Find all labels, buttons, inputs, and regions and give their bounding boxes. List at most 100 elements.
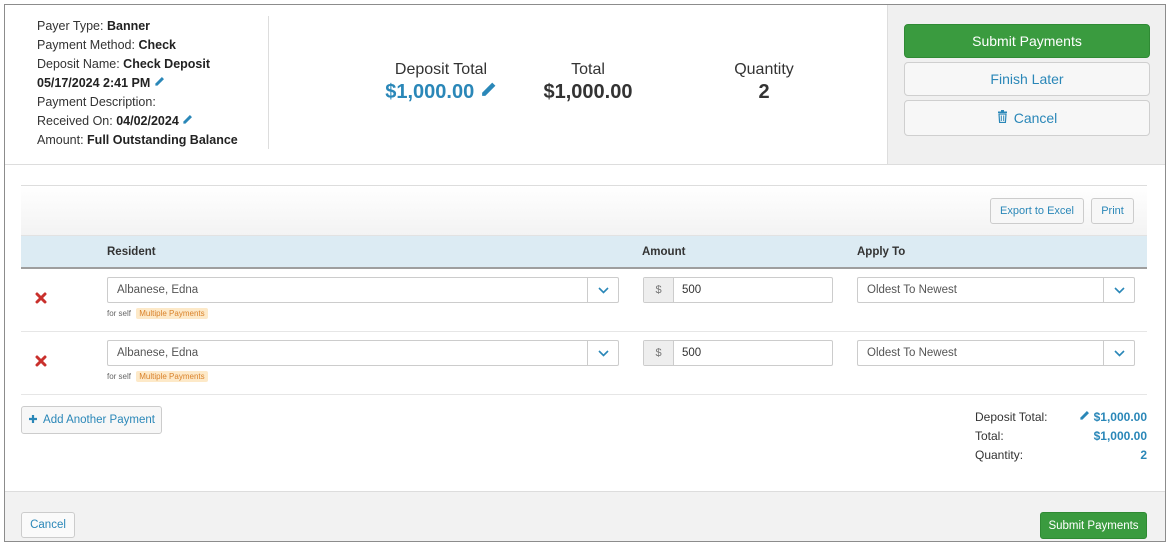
deposit-datetime: 05/17/2024 2:41 PM — [37, 76, 151, 90]
table-row: Albanese, Edna for self Multiple Payment… — [21, 332, 1147, 395]
deposit-total-label: Deposit Total — [394, 61, 488, 78]
pencil-icon[interactable] — [480, 81, 497, 104]
chevron-down-icon — [1103, 278, 1134, 302]
deposit-name-label: Deposit Name: — [37, 57, 120, 71]
quantity-value: 2 — [758, 81, 770, 103]
plus-icon — [28, 414, 38, 427]
cancel-label: Cancel — [1013, 110, 1058, 126]
delete-x-icon[interactable] — [35, 291, 47, 309]
add-another-payment-label: Add Another Payment — [43, 414, 155, 426]
delete-x-icon[interactable] — [35, 354, 47, 372]
summary-quantity-label: Quantity: — [975, 448, 1024, 462]
pencil-icon[interactable] — [1079, 408, 1090, 427]
amount-input[interactable] — [675, 341, 831, 365]
payment-header: Payer Type: Banner Payment Method: Check… — [5, 5, 1165, 165]
amount-input[interactable] — [675, 278, 831, 302]
deposit-name-line: Deposit Name: Check Deposit — [37, 55, 238, 74]
print-button[interactable]: Print — [1091, 198, 1134, 224]
payer-type-label: Payer Type: — [37, 19, 104, 33]
pencil-icon[interactable] — [182, 112, 193, 131]
amount-line: Amount: Full Outstanding Balance — [37, 131, 238, 150]
apply-to-select[interactable]: Oldest To Newest — [857, 340, 1135, 366]
grid-toolbar: Export to Excel Print — [21, 186, 1147, 236]
payment-method-line: Payment Method: Check — [37, 36, 238, 55]
payment-summary: Deposit Total: $1,000.00 Total: $1,000.0… — [975, 408, 1147, 465]
submit-payments-button[interactable]: Submit Payments — [904, 24, 1150, 58]
payment-info: Payer Type: Banner Payment Method: Check… — [37, 17, 238, 150]
payer-type-value: Banner — [106, 19, 151, 33]
deposit-total-value: $1,000.00 — [385, 81, 475, 103]
column-header-amount[interactable]: Amount — [642, 246, 685, 258]
export-excel-label: Export to Excel — [1000, 205, 1074, 217]
total-value: $1,000.00 — [543, 81, 633, 103]
summary-deposit-total-label: Deposit Total: — [975, 410, 1048, 424]
footer-bar: Cancel Submit Payments — [5, 491, 1165, 541]
apply-to-select-value: Oldest To Newest — [867, 284, 957, 296]
submit-payments-label: Submit Payments — [972, 33, 1082, 49]
summary-deposit-total-row: Deposit Total: $1,000.00 — [975, 408, 1147, 427]
amount-input-group: $ — [643, 340, 833, 366]
payment-description-line: Payment Description: — [37, 93, 238, 112]
footer-cancel-button[interactable]: Cancel — [21, 512, 75, 538]
apply-to-select-value: Oldest To Newest — [867, 347, 957, 359]
table-header: Resident Amount Apply To — [21, 236, 1147, 269]
total-label: Total — [571, 61, 605, 78]
footer-cancel-label: Cancel — [30, 519, 66, 531]
summary-total-row: Total: $1,000.00 — [975, 427, 1147, 446]
amount-input-group: $ — [643, 277, 833, 303]
resident-select-value: Albanese, Edna — [117, 347, 199, 359]
payer-type-line: Payer Type: Banner — [37, 17, 238, 36]
footer-submit-label: Submit Payments — [1048, 519, 1139, 532]
pencil-icon[interactable] — [154, 74, 165, 93]
trash-icon — [997, 110, 1008, 126]
for-self-text: for self — [107, 372, 132, 381]
received-on-value: 04/02/2024 — [116, 114, 179, 129]
column-header-resident[interactable]: Resident — [107, 246, 156, 258]
deposit-datetime-line: 05/17/2024 2:41 PM — [37, 74, 238, 93]
summary-deposit-total-wrap: $1,000.00 — [1079, 408, 1147, 427]
payment-entry-panel: Payer Type: Banner Payment Method: Check… — [4, 4, 1166, 542]
resident-select-value: Albanese, Edna — [117, 284, 199, 296]
column-header-apply-to[interactable]: Apply To — [857, 246, 905, 258]
received-on-label: Received On: — [37, 114, 113, 129]
deposit-total-value-wrap: $1,000.00 — [350, 81, 532, 104]
finish-later-button[interactable]: Finish Later — [904, 62, 1150, 96]
summary-total-value: $1,000.00 — [1093, 429, 1147, 443]
currency-addon: $ — [644, 341, 674, 365]
summary-quantity-value: 2 — [1140, 448, 1147, 462]
for-self-text: for self — [107, 309, 132, 318]
currency-addon: $ — [644, 278, 674, 302]
amount-label: Amount: — [37, 133, 84, 148]
summary-total-label: Total: — [975, 429, 1004, 443]
cancel-button[interactable]: Cancel — [904, 100, 1150, 136]
multiple-payments-badge: Multiple Payments — [136, 308, 208, 319]
export-excel-button[interactable]: Export to Excel — [990, 198, 1084, 224]
amount-value: Full Outstanding Balance — [87, 133, 238, 148]
payment-method-label: Payment Method: — [37, 38, 135, 52]
payer-note: for self Multiple Payments — [107, 371, 208, 382]
deposit-total-stat: Deposit Total $1,000.00 — [350, 61, 532, 104]
payment-description-label: Payment Description: — [37, 95, 156, 110]
resident-select[interactable]: Albanese, Edna — [107, 277, 619, 303]
multiple-payments-badge: Multiple Payments — [136, 371, 208, 382]
table-row: Albanese, Edna for self Multiple Payment… — [21, 269, 1147, 332]
quantity-label: Quantity — [734, 61, 794, 78]
chevron-down-icon — [587, 341, 618, 365]
deposit-name-value: Check Deposit — [123, 57, 211, 71]
payment-method-value: Check — [138, 38, 176, 52]
chevron-down-icon — [587, 278, 618, 302]
payer-note: for self Multiple Payments — [107, 308, 208, 319]
total-stat: Total $1,000.00 — [533, 61, 643, 104]
summary-quantity-row: Quantity: 2 — [975, 446, 1147, 465]
add-another-payment-button[interactable]: Add Another Payment — [21, 406, 162, 434]
apply-to-select[interactable]: Oldest To Newest — [857, 277, 1135, 303]
actions-sidebar: Submit Payments Finish Later Cancel — [887, 5, 1165, 164]
summary-deposit-total-value: $1,000.00 — [1093, 410, 1147, 424]
resident-select[interactable]: Albanese, Edna — [107, 340, 619, 366]
print-label: Print — [1101, 205, 1124, 217]
header-divider — [268, 16, 269, 149]
footer-submit-payments-button[interactable]: Submit Payments — [1040, 512, 1147, 539]
received-on-line: Received On: 04/02/2024 — [37, 112, 238, 131]
chevron-down-icon — [1103, 341, 1134, 365]
finish-later-label: Finish Later — [990, 71, 1064, 87]
